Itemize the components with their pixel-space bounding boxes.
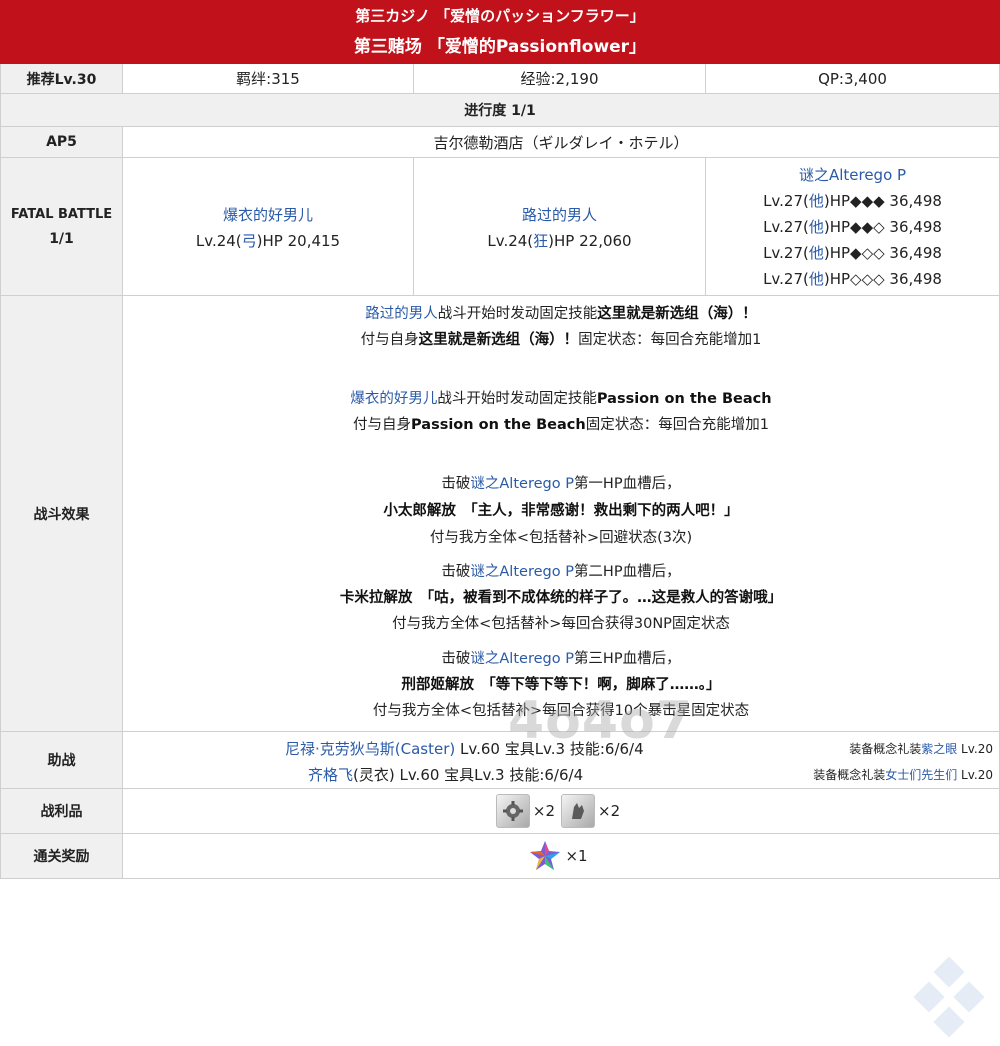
gear-material-icon[interactable] xyxy=(495,794,530,828)
reward-label: 通关奖励 xyxy=(0,834,123,879)
qp-value: QP:3,400 xyxy=(706,64,1000,94)
enemy-3-name[interactable]: 谜之Alterego P xyxy=(706,164,999,185)
enemy-link[interactable]: 谜之Alterego P xyxy=(470,564,574,580)
support-1-ce: 装备概念礼装紫之眼 Lv.20 xyxy=(849,742,993,756)
loot-content: ×2 ×2 xyxy=(123,789,1000,834)
fatal-battle-count: 1/1 xyxy=(49,230,74,247)
enemy-1: 爆衣的好男儿 Lv.24(弓)HP 20,415 xyxy=(123,158,414,296)
enemy-1-name[interactable]: 爆衣的好男儿 xyxy=(123,204,413,225)
loot-1-qty: ×2 xyxy=(532,802,555,820)
effects-label: 战斗效果 xyxy=(0,296,123,732)
enemy-link[interactable]: 爆衣的好男儿 xyxy=(350,391,437,407)
hand-material-icon[interactable] xyxy=(561,794,595,828)
ap-label: AP5 xyxy=(0,127,123,158)
ce-link[interactable]: 女士们先生们 xyxy=(885,768,957,782)
recommend-level: 推荐Lv.30 xyxy=(0,64,123,94)
effect-1-trigger: 路过的男人战斗开始时发动固定技能这里就是新选组（海）！ xyxy=(365,306,757,322)
enemy-3-class[interactable]: 他 xyxy=(809,244,824,262)
break-3-trigger: 击破谜之Alterego P第三HP血槽后， xyxy=(441,651,681,667)
support-2-ce: 装备概念礼装女士们先生们 Lv.20 xyxy=(813,768,993,782)
servant-link[interactable]: 尼禄·克劳狄乌斯(Caster) xyxy=(285,740,455,758)
break-2-quote: 卡米拉解放 「咕，被看到不成体统的样子了。…这是救人的答谢哦」 xyxy=(339,590,783,606)
quest-title-cn: 第三赌场 「爱憎的Passionflower」 xyxy=(353,37,647,57)
progress-row: 进行度 1/1 xyxy=(0,94,1000,127)
fatal-battle-label: FATAL BATTLE 1/1 xyxy=(0,158,123,296)
enemy-link[interactable]: 谜之Alterego P xyxy=(470,476,574,492)
enemy-3: 谜之Alterego P Lv.27(他)HP◆◆◆ 36,498 Lv.27(… xyxy=(706,158,1000,296)
bond-value: 羁绊:315 xyxy=(123,64,414,94)
enemy-link[interactable]: 谜之Alterego P xyxy=(470,651,574,667)
effect-2-detail: 付与自身Passion on the Beach固定状态：每回合充能增加1 xyxy=(353,417,769,433)
enemy-3-bar-4: Lv.27(他)HP◇◇◇ 36,498 xyxy=(763,270,942,288)
loot-label: 战利品 xyxy=(0,789,123,834)
enemy-3-bar-2: Lv.27(他)HP◆◆◇ 36,498 xyxy=(763,218,942,236)
location: 吉尔德勒酒店（ギルダレイ・ホテル） xyxy=(123,127,1000,158)
enemy-1-stats: Lv.24(弓)HP 20,415 xyxy=(195,232,341,250)
effect-1-detail: 付与自身这里就是新选组（海）！固定状态：每回合充能增加1 xyxy=(360,332,762,348)
reward-qty: ×1 xyxy=(565,847,588,865)
effect-2-trigger: 爆衣的好男儿战斗开始时发动固定技能Passion on the Beach xyxy=(350,391,772,407)
break-2-trigger: 击破谜之Alterego P第二HP血槽后， xyxy=(441,564,681,580)
enemy-3-class[interactable]: 他 xyxy=(809,270,824,288)
enemy-1-class[interactable]: 弓 xyxy=(242,232,257,250)
fatal-battle-title: FATAL BATTLE xyxy=(10,206,113,222)
break-1-trigger: 击破谜之Alterego P第一HP血槽后， xyxy=(441,476,681,492)
watermark-diamond-icon xyxy=(913,956,985,1038)
enemy-link[interactable]: 路过的男人 xyxy=(365,306,438,322)
support-label: 助战 xyxy=(0,732,123,789)
exp-value: 经验:2,190 xyxy=(414,64,706,94)
support-content: 尼禄·克劳狄乌斯(Caster) Lv.60 宝具Lv.3 技能:6/6/4 齐… xyxy=(123,732,1000,789)
effects-content: 路过的男人战斗开始时发动固定技能这里就是新选组（海）！ 付与自身这里就是新选组（… xyxy=(123,296,1000,1038)
enemy-2: 路过的男人 Lv.24(狂)HP 22,060 xyxy=(414,158,706,296)
ce-link[interactable]: 紫之眼 xyxy=(921,742,957,756)
support-1: 尼禄·克劳狄乌斯(Caster) Lv.60 宝具Lv.3 技能:6/6/4 xyxy=(285,740,644,758)
enemy-3-bar-3: Lv.27(他)HP◆◇◇ 36,498 xyxy=(763,244,942,262)
saint-quartz-icon[interactable] xyxy=(528,839,562,873)
enemy-2-stats: Lv.24(狂)HP 22,060 xyxy=(487,232,632,250)
quest-page: 第三カジノ 「爱憎のパッションフラワー」 第三赌场 「爱憎的Passionflo… xyxy=(0,0,1000,1038)
reward-content: ×1 xyxy=(123,834,1000,879)
loot-2-qty: ×2 xyxy=(598,802,621,820)
break-1-quote: 小太郎解放 「主人，非常感谢！救出剩下的两人吧！」 xyxy=(383,503,739,519)
enemy-3-class[interactable]: 他 xyxy=(809,192,824,210)
servant-link[interactable]: 齐格飞 xyxy=(308,766,353,784)
support-2: 齐格飞(灵衣) Lv.60 宝具Lv.3 技能:6/6/4 xyxy=(308,766,584,784)
quest-title-jp: 第三カジノ 「爱憎のパッションフラワー」 xyxy=(355,7,645,25)
break-2-effect: 付与我方全体<包括替补>每回合获得30NP固定状态 xyxy=(392,616,730,632)
enemy-3-class[interactable]: 他 xyxy=(809,218,824,236)
enemy-3-bar-1: Lv.27(他)HP◆◆◆ 36,498 xyxy=(763,192,942,210)
quest-header: 第三カジノ 「爱憎のパッションフラワー」 第三赌场 「爱憎的Passionflo… xyxy=(0,0,1000,64)
enemy-2-name[interactable]: 路过的男人 xyxy=(414,204,705,225)
enemy-2-class[interactable]: 狂 xyxy=(533,232,548,250)
break-1-effect: 付与我方全体<包括替补>回避状态(3次) xyxy=(429,530,693,546)
